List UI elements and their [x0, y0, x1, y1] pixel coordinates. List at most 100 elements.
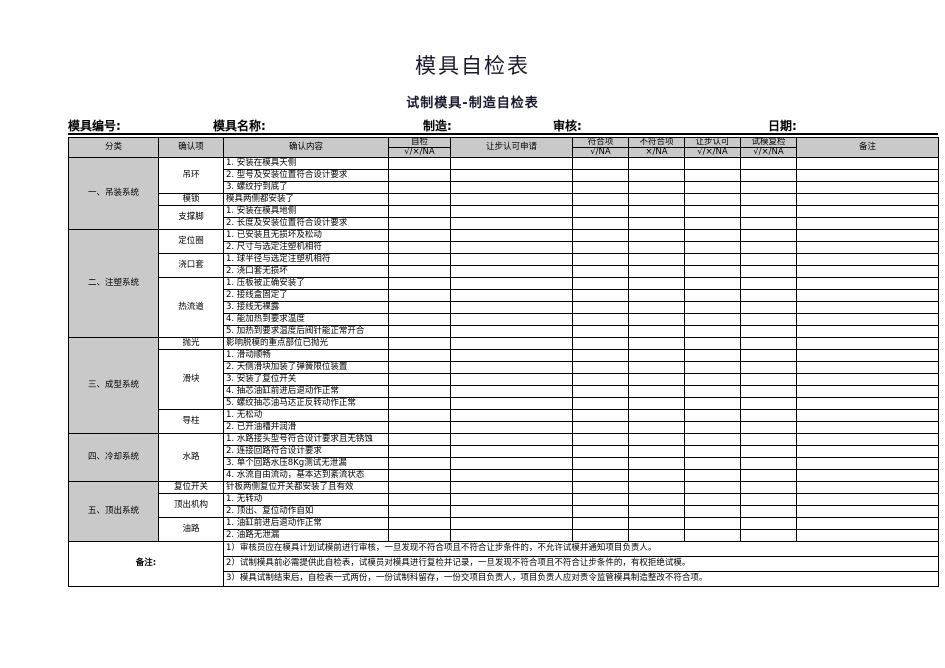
check-cell-1[interactable] [450, 156, 573, 170]
check-cell-1[interactable] [450, 300, 573, 314]
check-cell-6[interactable] [796, 276, 939, 290]
check-cell-5[interactable] [740, 504, 797, 518]
check-cell-5[interactable] [740, 384, 797, 398]
check-cell-1[interactable] [450, 324, 573, 338]
check-cell-2[interactable] [572, 192, 629, 206]
check-cell-6[interactable] [796, 432, 939, 446]
check-cell-2[interactable] [572, 432, 629, 446]
check-cell-2[interactable] [572, 180, 629, 194]
check-cell-3[interactable] [628, 228, 685, 242]
check-cell-4[interactable] [684, 252, 741, 266]
check-cell-1[interactable] [450, 408, 573, 422]
check-cell-6[interactable] [796, 516, 939, 530]
check-cell-3[interactable] [628, 240, 685, 254]
check-cell-6[interactable] [796, 372, 939, 386]
check-cell-6[interactable] [796, 192, 939, 206]
check-cell-0[interactable] [388, 288, 451, 302]
check-cell-4[interactable] [684, 468, 741, 482]
check-cell-1[interactable] [450, 444, 573, 458]
check-cell-5[interactable] [740, 408, 797, 422]
check-cell-5[interactable] [740, 168, 797, 182]
check-cell-0[interactable] [388, 528, 451, 542]
check-cell-6[interactable] [796, 336, 939, 350]
check-cell-2[interactable] [572, 396, 629, 410]
check-cell-0[interactable] [388, 348, 451, 362]
check-cell-3[interactable] [628, 528, 685, 542]
check-cell-3[interactable] [628, 216, 685, 230]
check-cell-0[interactable] [388, 240, 451, 254]
check-cell-0[interactable] [388, 456, 451, 470]
check-cell-4[interactable] [684, 372, 741, 386]
check-cell-2[interactable] [572, 228, 629, 242]
check-cell-5[interactable] [740, 456, 797, 470]
check-cell-0[interactable] [388, 276, 451, 290]
check-cell-4[interactable] [684, 528, 741, 542]
check-cell-5[interactable] [740, 180, 797, 194]
check-cell-2[interactable] [572, 348, 629, 362]
check-cell-6[interactable] [796, 504, 939, 518]
check-cell-4[interactable] [684, 408, 741, 422]
check-cell-5[interactable] [740, 396, 797, 410]
check-cell-4[interactable] [684, 168, 741, 182]
check-cell-3[interactable] [628, 180, 685, 194]
check-cell-4[interactable] [684, 204, 741, 218]
check-cell-0[interactable] [388, 204, 451, 218]
check-cell-0[interactable] [388, 300, 451, 314]
check-cell-0[interactable] [388, 372, 451, 386]
check-cell-3[interactable] [628, 456, 685, 470]
check-cell-5[interactable] [740, 252, 797, 266]
check-cell-1[interactable] [450, 168, 573, 182]
check-cell-4[interactable] [684, 192, 741, 206]
check-cell-2[interactable] [572, 276, 629, 290]
check-cell-0[interactable] [388, 156, 451, 170]
check-cell-3[interactable] [628, 168, 685, 182]
check-cell-5[interactable] [740, 228, 797, 242]
check-cell-0[interactable] [388, 216, 451, 230]
check-cell-6[interactable] [796, 156, 939, 170]
check-cell-6[interactable] [796, 264, 939, 278]
check-cell-4[interactable] [684, 336, 741, 350]
check-cell-5[interactable] [740, 192, 797, 206]
check-cell-3[interactable] [628, 336, 685, 350]
check-cell-2[interactable] [572, 492, 629, 506]
check-cell-6[interactable] [796, 384, 939, 398]
check-cell-4[interactable] [684, 156, 741, 170]
check-cell-2[interactable] [572, 300, 629, 314]
check-cell-5[interactable] [740, 264, 797, 278]
check-cell-2[interactable] [572, 504, 629, 518]
check-cell-2[interactable] [572, 420, 629, 434]
check-cell-0[interactable] [388, 360, 451, 374]
check-cell-6[interactable] [796, 324, 939, 338]
check-cell-5[interactable] [740, 348, 797, 362]
check-cell-5[interactable] [740, 492, 797, 506]
check-cell-3[interactable] [628, 396, 685, 410]
check-cell-1[interactable] [450, 468, 573, 482]
check-cell-4[interactable] [684, 456, 741, 470]
check-cell-1[interactable] [450, 204, 573, 218]
check-cell-1[interactable] [450, 516, 573, 530]
check-cell-4[interactable] [684, 216, 741, 230]
check-cell-1[interactable] [450, 252, 573, 266]
check-cell-6[interactable] [796, 444, 939, 458]
check-cell-0[interactable] [388, 324, 451, 338]
check-cell-4[interactable] [684, 312, 741, 326]
check-cell-2[interactable] [572, 288, 629, 302]
check-cell-4[interactable] [684, 288, 741, 302]
check-cell-1[interactable] [450, 372, 573, 386]
check-cell-2[interactable] [572, 444, 629, 458]
check-cell-6[interactable] [796, 420, 939, 434]
check-cell-6[interactable] [796, 360, 939, 374]
check-cell-1[interactable] [450, 492, 573, 506]
check-cell-4[interactable] [684, 444, 741, 458]
check-cell-0[interactable] [388, 192, 451, 206]
check-cell-2[interactable] [572, 216, 629, 230]
check-cell-0[interactable] [388, 480, 451, 494]
check-cell-4[interactable] [684, 396, 741, 410]
check-cell-3[interactable] [628, 432, 685, 446]
check-cell-3[interactable] [628, 492, 685, 506]
check-cell-4[interactable] [684, 492, 741, 506]
check-cell-4[interactable] [684, 276, 741, 290]
check-cell-5[interactable] [740, 336, 797, 350]
check-cell-3[interactable] [628, 156, 685, 170]
check-cell-3[interactable] [628, 504, 685, 518]
